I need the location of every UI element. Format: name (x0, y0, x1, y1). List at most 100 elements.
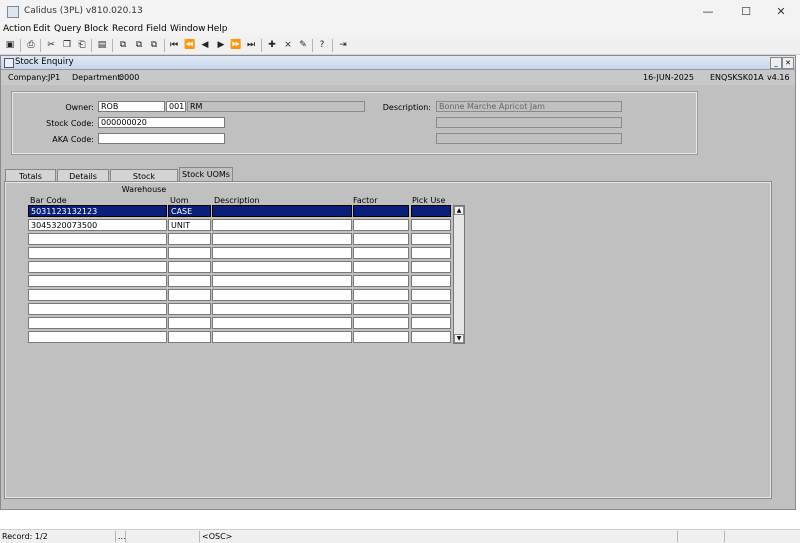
exit-icon[interactable]: ⇥ (337, 39, 349, 51)
save-icon[interactable]: ▣ (4, 39, 16, 51)
query-icon[interactable]: ⧉ (117, 39, 129, 51)
stock-code-field[interactable]: 000000020 (98, 117, 225, 128)
uom-cell[interactable] (168, 233, 211, 245)
tab-stock-warehouse[interactable]: Stock Warehouse (110, 169, 178, 194)
bar-code-cell[interactable] (28, 331, 167, 343)
tab-totals[interactable]: Totals (5, 169, 56, 182)
vertical-scrollbar[interactable]: ▲ ▼ (453, 205, 465, 344)
uom-cell[interactable] (168, 331, 211, 343)
cut-icon[interactable]: ✂ (45, 39, 57, 51)
toolbar-separator (261, 39, 262, 52)
first-record-icon[interactable]: ⏮ (168, 39, 180, 51)
pick-use-cell[interactable] (411, 247, 451, 259)
factor-cell[interactable] (353, 205, 409, 217)
uom-cell[interactable] (168, 303, 211, 315)
aka-code-field[interactable] (98, 133, 225, 144)
menu-record[interactable]: Record (112, 24, 143, 34)
menu-query[interactable]: Query (54, 24, 81, 34)
clear-record-icon[interactable]: ✎ (297, 39, 309, 51)
previous-block-icon[interactable]: ⏪ (184, 39, 196, 51)
pick-use-cell[interactable] (411, 289, 451, 301)
cancel-query-icon[interactable]: ⧉ (148, 39, 160, 51)
factor-cell[interactable] (353, 219, 409, 231)
uom-cell[interactable] (168, 261, 211, 273)
paste-icon[interactable]: ⎗ (76, 39, 88, 51)
uom-cell[interactable]: CASE (168, 205, 211, 217)
uom-cell[interactable]: UNIT (168, 219, 211, 231)
uom-cell[interactable] (168, 317, 211, 329)
toolbar: ▣ ⎙ ✂ ❐ ⎗ ▤ ⧉ ⧉ ⧉ ⏮ ⏪ ◀ ▶ ⏩ ⏭ ✚ ⨯ ✎ ? ⇥ (0, 37, 800, 55)
bar-code-cell[interactable] (28, 261, 167, 273)
description-cell[interactable] (212, 275, 352, 287)
bar-code-cell[interactable] (28, 275, 167, 287)
description-cell[interactable] (212, 205, 352, 217)
description-cell[interactable] (212, 289, 352, 301)
execute-query-icon[interactable]: ⧉ (133, 39, 145, 51)
uom-cell[interactable] (168, 247, 211, 259)
previous-record-icon[interactable]: ◀ (199, 39, 211, 51)
bar-code-cell[interactable]: 5031123132123 (28, 205, 167, 217)
next-block-icon[interactable]: ⏩ (230, 39, 242, 51)
clear-icon[interactable]: ▤ (96, 39, 108, 51)
close-button[interactable]: ✕ (766, 3, 796, 21)
tab-details[interactable]: Details (57, 169, 109, 182)
factor-cell[interactable] (353, 247, 409, 259)
form-minimize-button[interactable]: _ (770, 57, 782, 69)
last-record-icon[interactable]: ⏭ (245, 39, 257, 51)
pick-use-cell[interactable] (411, 233, 451, 245)
factor-cell[interactable] (353, 303, 409, 315)
print-icon[interactable]: ⎙ (25, 39, 37, 51)
menu-block[interactable]: Block (84, 24, 108, 34)
uom-cell[interactable] (168, 289, 211, 301)
scroll-down-arrow-icon[interactable]: ▼ (454, 334, 464, 343)
form-close-button[interactable]: ✕ (782, 57, 794, 69)
factor-cell[interactable] (353, 331, 409, 343)
pick-use-cell[interactable] (411, 303, 451, 315)
pick-use-cell[interactable] (411, 317, 451, 329)
pick-use-cell[interactable] (411, 205, 451, 217)
delete-record-icon[interactable]: ⨯ (282, 39, 294, 51)
copy-icon[interactable]: ❐ (61, 39, 73, 51)
bar-code-cell[interactable] (28, 247, 167, 259)
description-cell[interactable] (212, 317, 352, 329)
pick-use-cell[interactable] (411, 275, 451, 287)
next-record-icon[interactable]: ▶ (215, 39, 227, 51)
description-cell[interactable] (212, 331, 352, 343)
description-cell[interactable] (212, 261, 352, 273)
factor-cell[interactable] (353, 233, 409, 245)
description-cell[interactable] (212, 219, 352, 231)
bar-code-cell[interactable] (28, 289, 167, 301)
bar-code-cell[interactable] (28, 303, 167, 315)
menu-help[interactable]: Help (207, 24, 228, 34)
uom-cell[interactable] (168, 275, 211, 287)
toolbar-separator (20, 39, 21, 52)
menu-window[interactable]: Window (170, 24, 206, 34)
pick-use-cell[interactable] (411, 331, 451, 343)
menu-action[interactable]: Action (3, 24, 31, 34)
menu-bar: Action Edit Query Block Record Field Win… (0, 23, 800, 37)
tab-stock-uoms[interactable]: Stock UOMs (179, 167, 233, 183)
factor-cell[interactable] (353, 317, 409, 329)
bar-code-cell[interactable] (28, 317, 167, 329)
bar-code-cell[interactable]: 3045320073500 (28, 219, 167, 231)
maximize-button[interactable]: ☐ (731, 3, 761, 21)
pick-use-cell[interactable] (411, 219, 451, 231)
toolbar-separator (332, 39, 333, 52)
help-icon[interactable]: ? (316, 39, 328, 51)
description-cell[interactable] (212, 303, 352, 315)
owner-field[interactable]: ROB (98, 101, 165, 112)
factor-cell[interactable] (353, 261, 409, 273)
description-cell[interactable] (212, 247, 352, 259)
factor-cell[interactable] (353, 275, 409, 287)
factor-cell[interactable] (353, 289, 409, 301)
description-cell[interactable] (212, 233, 352, 245)
scroll-up-arrow-icon[interactable]: ▲ (454, 206, 464, 215)
minimize-button[interactable]: — (693, 3, 723, 21)
menu-edit[interactable]: Edit (33, 24, 50, 34)
company-label: Company: (8, 73, 49, 82)
bar-code-cell[interactable] (28, 233, 167, 245)
owner-number-field[interactable]: 001 (166, 101, 186, 112)
pick-use-cell[interactable] (411, 261, 451, 273)
insert-record-icon[interactable]: ✚ (266, 39, 278, 51)
menu-field[interactable]: Field (146, 24, 167, 34)
